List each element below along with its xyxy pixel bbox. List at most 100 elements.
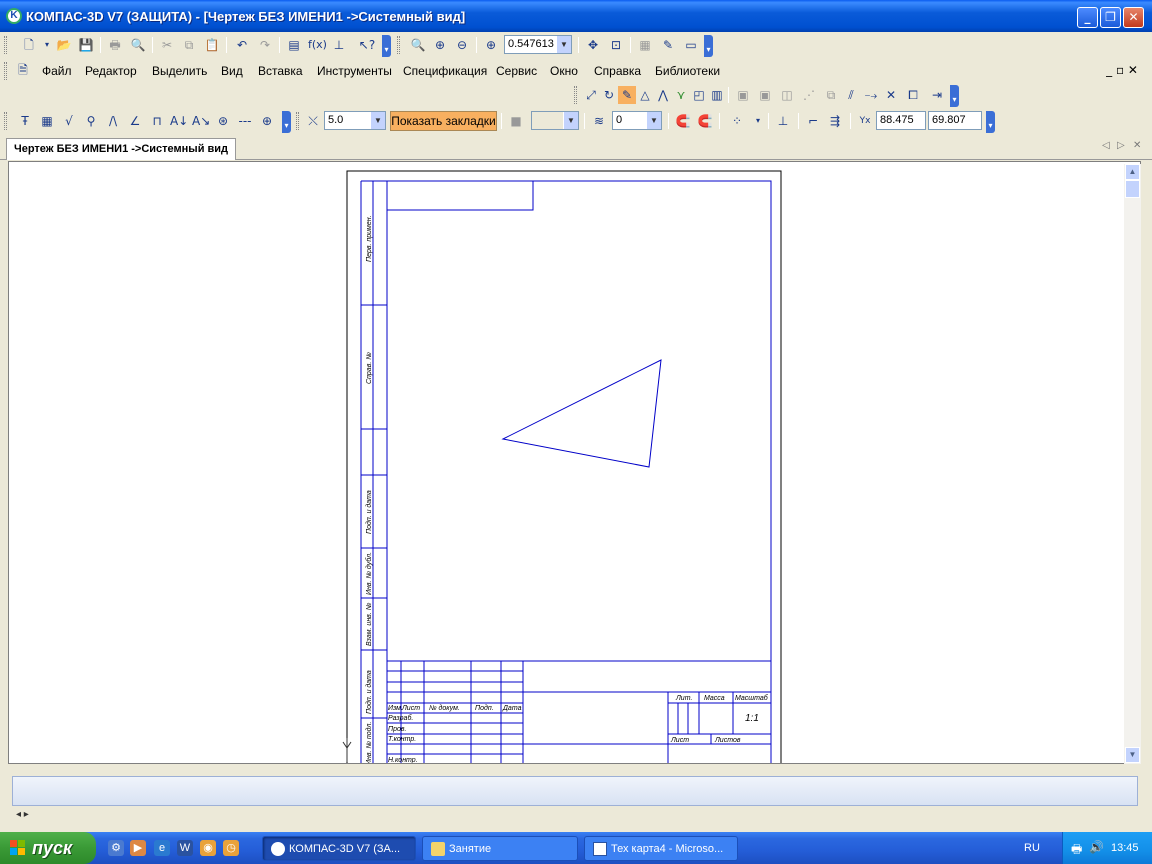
- round-icon[interactable]: ⇶: [826, 112, 844, 130]
- save-icon[interactable]: 💾: [77, 36, 95, 54]
- text-icon[interactable]: Ŧ: [16, 112, 34, 130]
- zoom-combo[interactable]: 0.547613 ▼: [504, 35, 572, 54]
- menu-specification[interactable]: Спецификация: [403, 64, 487, 78]
- print-preview-icon[interactable]: 🔍: [129, 36, 147, 54]
- edit-points-icon[interactable]: ✎: [618, 86, 636, 104]
- scroll-thumb[interactable]: [1125, 180, 1140, 198]
- align-icon[interactable]: ⫽: [842, 86, 860, 104]
- chamfer-icon[interactable]: ⋰: [800, 86, 818, 104]
- menu-edit[interactable]: Редактор: [85, 64, 137, 78]
- scroll-up-icon[interactable]: ▲: [1125, 164, 1140, 180]
- layer-combo[interactable]: 0 ▼: [612, 111, 662, 130]
- toolbar-options-icon[interactable]: ▾: [986, 111, 995, 133]
- display-icon[interactable]: ▭: [682, 36, 700, 54]
- task-folder[interactable]: Занятие: [422, 836, 578, 861]
- clock-app-icon[interactable]: ◷: [223, 840, 239, 856]
- chevron-down-icon[interactable]: ▼: [563, 112, 578, 129]
- tab-close-icon[interactable]: ✕: [1133, 140, 1141, 151]
- zoom-scale-icon[interactable]: ⊕: [482, 36, 500, 54]
- exit-icon[interactable]: ⇥: [928, 86, 946, 104]
- vertical-scrollbar[interactable]: ▲ ▼: [1124, 164, 1141, 764]
- section-icon[interactable]: A↓: [170, 112, 188, 130]
- redo-icon[interactable]: ↷: [256, 36, 274, 54]
- copy-objects-icon[interactable]: ⋎: [672, 86, 690, 104]
- new-dropdown-icon[interactable]: ▾: [38, 36, 56, 54]
- toolbar-grip[interactable]: [4, 112, 7, 130]
- app-icon[interactable]: ◉: [200, 840, 216, 856]
- copy-icon[interactable]: ⧉: [180, 36, 198, 54]
- quicklaunch-icon[interactable]: ⚙: [108, 840, 124, 856]
- zoom-in-icon[interactable]: ⊕: [431, 36, 449, 54]
- menu-grip[interactable]: [4, 62, 7, 80]
- toolbar-grip[interactable]: [296, 112, 299, 130]
- menu-window[interactable]: Окно: [550, 64, 578, 78]
- toolbar-options-icon[interactable]: ▾: [382, 35, 391, 57]
- tab-scroll-right-icon[interactable]: ▷: [1117, 140, 1125, 151]
- print-icon[interactable]: 🖶: [106, 36, 124, 54]
- coord-y-field[interactable]: 69.807: [928, 111, 982, 130]
- function-icon[interactable]: f(x): [308, 36, 327, 54]
- cross-icon[interactable]: ✕: [882, 86, 900, 104]
- roughness-icon[interactable]: √: [60, 112, 78, 130]
- refresh-icon[interactable]: ▦: [636, 36, 654, 54]
- show-bookmarks-button[interactable]: Показать закладки: [390, 111, 497, 131]
- symmetry-icon[interactable]: ⋀: [654, 86, 672, 104]
- clock[interactable]: 13:45: [1111, 842, 1139, 854]
- base-icon[interactable]: ⚲: [82, 112, 100, 130]
- leader-icon[interactable]: ∕\: [104, 112, 122, 130]
- scale-icon[interactable]: △: [636, 86, 654, 104]
- split-icon[interactable]: ⤍: [862, 86, 880, 104]
- hatch-icon[interactable]: ⊛: [214, 112, 232, 130]
- maximize-button[interactable]: ❐: [1100, 7, 1121, 28]
- undo-icon[interactable]: ↶: [233, 36, 251, 54]
- pan-icon[interactable]: ✥: [584, 36, 602, 54]
- menu-insert[interactable]: Вставка: [258, 64, 303, 78]
- view-arrow-icon[interactable]: A↘: [192, 112, 210, 130]
- menu-service[interactable]: Сервис: [496, 64, 537, 78]
- ortho-icon[interactable]: ⌐: [804, 112, 822, 130]
- tab-drawing[interactable]: Чертеж БЕЗ ИМЕНИ1 ->Системный вид: [6, 138, 237, 160]
- status-nav-icon[interactable]: ◂ ▸: [16, 809, 29, 820]
- layers-icon[interactable]: ≋: [590, 112, 608, 130]
- snap-magnet-icon[interactable]: 🧲: [674, 112, 692, 130]
- title-bar[interactable]: K КОМПАС-3D V7 (ЗАЩИТА) - [Чертеж БЕЗ ИМ…: [0, 0, 1152, 32]
- table-icon[interactable]: ▦: [38, 112, 56, 130]
- menu-select[interactable]: Выделить: [152, 64, 207, 78]
- toolbar-grip[interactable]: [397, 36, 400, 54]
- zoom-out-icon[interactable]: ⊖: [453, 36, 471, 54]
- move-icon[interactable]: ⤢: [582, 86, 600, 104]
- break-icon[interactable]: ▣: [734, 86, 752, 104]
- fillet-icon[interactable]: ⧉: [822, 86, 840, 104]
- chevron-down-icon[interactable]: ▼: [646, 112, 661, 129]
- media-player-icon[interactable]: ▶: [130, 840, 146, 856]
- scroll-down-icon[interactable]: ▼: [1125, 747, 1140, 763]
- frame-icon[interactable]: ⊓: [148, 112, 166, 130]
- rotate-icon[interactable]: ↻: [600, 86, 618, 104]
- menu-libraries[interactable]: Библиотеки: [655, 64, 720, 78]
- deform-icon[interactable]: ◰: [690, 86, 708, 104]
- paste-icon[interactable]: 📋: [203, 36, 221, 54]
- show-all-icon[interactable]: ⊡: [607, 36, 625, 54]
- close-button[interactable]: ✕: [1123, 7, 1144, 28]
- cut-icon[interactable]: ✂: [158, 36, 176, 54]
- trim-icon[interactable]: ▣: [756, 86, 774, 104]
- clipboard-icon[interactable]: ▥: [708, 86, 726, 104]
- new-file-icon[interactable]: 🗋: [20, 36, 38, 54]
- kompas-app-icon[interactable]: K: [6, 8, 22, 24]
- chevron-down-icon[interactable]: ▼: [556, 36, 571, 53]
- internet-explorer-icon[interactable]: e: [154, 840, 170, 856]
- menu-view[interactable]: Вид: [221, 64, 243, 78]
- extend-icon[interactable]: ◫: [778, 86, 796, 104]
- triangle-shape[interactable]: [501, 359, 662, 468]
- properties-icon[interactable]: ✎: [659, 36, 677, 54]
- minimize-button[interactable]: _: [1077, 7, 1098, 28]
- zoom-window-icon[interactable]: 🔍: [409, 36, 427, 54]
- tolerance-icon[interactable]: ∠: [126, 112, 144, 130]
- step-combo[interactable]: 5.0 ▼: [324, 111, 386, 130]
- start-button[interactable]: пуск: [0, 832, 96, 864]
- document-icon[interactable]: 🗎: [14, 61, 32, 79]
- coord-x-field[interactable]: 88.475: [876, 111, 926, 130]
- printer-tray-icon[interactable]: 🖶: [1071, 840, 1082, 861]
- grid-dropdown-icon[interactable]: ▾: [749, 112, 767, 130]
- word-icon[interactable]: W: [177, 840, 193, 856]
